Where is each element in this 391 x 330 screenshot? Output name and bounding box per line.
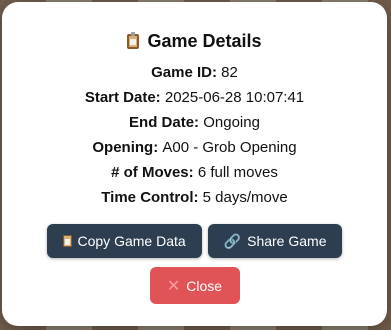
share-game-label: Share Game bbox=[247, 233, 327, 249]
end-date-value: Ongoing bbox=[203, 114, 260, 131]
moves-value: 6 full moves bbox=[197, 164, 278, 181]
end-date-row: End Date: Ongoing bbox=[2, 110, 387, 135]
dialog-title: Game Details bbox=[2, 30, 387, 52]
share-game-button[interactable]: 🔗 Share Game bbox=[207, 224, 343, 258]
action-buttons: Copy Game Data 🔗 Share Game bbox=[2, 224, 387, 258]
close-button[interactable]: ✕ Close bbox=[149, 267, 240, 304]
moves-label: # of Moves: bbox=[111, 164, 198, 181]
start-date-label: Start Date: bbox=[84, 89, 165, 106]
clipboard-icon bbox=[62, 235, 72, 247]
close-wrap: ✕ Close bbox=[2, 267, 387, 304]
clipboard-icon bbox=[127, 31, 140, 49]
time-control-value: 5 days/move bbox=[202, 189, 288, 206]
opening-value: A00 - Grob Opening bbox=[162, 139, 297, 156]
game-id-label: Game ID: bbox=[151, 64, 222, 81]
copy-game-data-label: Copy Game Data bbox=[77, 233, 186, 249]
opening-row: Opening: A00 - Grob Opening bbox=[2, 135, 387, 160]
dialog-title-text: Game Details bbox=[147, 30, 262, 51]
game-id-value: 82 bbox=[221, 64, 238, 81]
close-icon: ✕ bbox=[166, 277, 181, 295]
end-date-label: End Date: bbox=[129, 114, 204, 131]
link-icon: 🔗 bbox=[223, 232, 242, 249]
start-date-row: Start Date: 2025-06-28 10:07:41 bbox=[2, 85, 387, 110]
start-date-value: 2025-06-28 10:07:41 bbox=[164, 89, 305, 106]
game-details-dialog: Game Details Game ID: 82 Start Date: 202… bbox=[2, 2, 387, 326]
moves-row: # of Moves: 6 full moves bbox=[2, 160, 387, 185]
opening-label: Opening: bbox=[92, 139, 163, 156]
close-label: Close bbox=[186, 277, 223, 294]
time-control-label: Time Control: bbox=[101, 189, 203, 206]
copy-game-data-button[interactable]: Copy Game Data bbox=[46, 224, 202, 258]
game-id-row: Game ID: 82 bbox=[2, 60, 387, 85]
time-control-row: Time Control: 5 days/move bbox=[2, 185, 387, 210]
